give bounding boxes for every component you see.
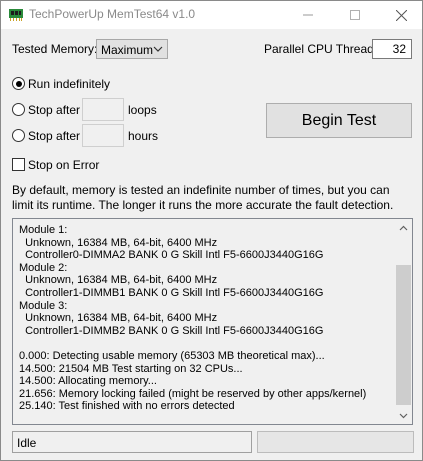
scroll-up-button[interactable] — [395, 219, 412, 236]
scroll-up-arrow-icon — [399, 225, 408, 230]
threads-label: Parallel CPU Threads: — [264, 42, 384, 56]
progress-bar — [257, 431, 414, 453]
scroll-down-arrow-icon — [399, 413, 408, 418]
log-line: Unknown, 16384 MB, 64-bit, 6400 MHz — [19, 236, 218, 249]
log-line: Unknown, 16384 MB, 64-bit, 6400 MHz — [19, 312, 218, 325]
begin-test-button[interactable]: Begin Test — [266, 103, 412, 138]
stop-after-loops-label[interactable]: Stop after — [28, 103, 80, 117]
log-line: Module 2: — [19, 261, 68, 274]
log-line: Controller1-DIMMB2 BANK 0 G Skill Intl F… — [19, 324, 324, 337]
description-text: By default, memory is tested an indefini… — [12, 183, 394, 212]
hours-unit-label: hours — [128, 129, 159, 143]
log-line: 0.000: Detecting usable memory (65303 MB… — [19, 349, 325, 362]
log-line: 25.140: Test finished with no errors det… — [19, 400, 235, 413]
stop-on-error-checkbox[interactable] — [12, 158, 25, 171]
maximize-button[interactable] — [336, 1, 374, 29]
chevron-down-icon — [153, 46, 163, 52]
tested-memory-value: Maximum — [101, 43, 154, 57]
stop-on-error-label[interactable]: Stop on Error — [28, 158, 99, 172]
close-icon — [395, 9, 407, 21]
close-button[interactable] — [382, 1, 420, 29]
minimize-button[interactable] — [289, 1, 327, 29]
log-line: Controller0-DIMMA2 BANK 0 G Skill Intl F… — [19, 249, 324, 262]
log-line: 14.500: 21504 MB Test starting on 32 CPU… — [19, 362, 243, 375]
loops-input[interactable] — [82, 98, 124, 121]
log-line: Module 3: — [19, 299, 68, 312]
log-box[interactable]: Module 1: Unknown, 16384 MB, 64-bit, 640… — [12, 218, 413, 425]
minimize-icon — [303, 14, 313, 16]
log-line: 21.656: Memory locking failed (might be … — [19, 387, 367, 400]
scroll-thumb[interactable] — [396, 265, 411, 405]
log-scrollbar[interactable] — [395, 219, 412, 424]
hours-input[interactable] — [82, 124, 124, 147]
log-line: Controller1-DIMMB1 BANK 0 G Skill Intl F… — [19, 286, 324, 299]
main-window: TechPowerUp MemTest64 v1.0 Tested Memory… — [0, 0, 423, 461]
log-line: Unknown, 16384 MB, 64-bit, 6400 MHz — [19, 274, 218, 287]
status-text: Idle — [17, 436, 37, 450]
title-bar[interactable]: TechPowerUp MemTest64 v1.0 — [1, 1, 422, 29]
run-indefinitely-radio[interactable] — [12, 77, 25, 90]
maximize-icon — [350, 10, 360, 20]
window-title: TechPowerUp MemTest64 v1.0 — [29, 7, 196, 21]
threads-input[interactable]: 32 — [372, 39, 412, 59]
log-line: 14.500: Allocating memory... — [19, 375, 157, 388]
tested-memory-label: Tested Memory: — [12, 42, 98, 56]
memory-chip-icon — [9, 9, 23, 21]
stop-after-loops-radio[interactable] — [12, 103, 25, 116]
log-text: Module 1: Unknown, 16384 MB, 64-bit, 640… — [19, 224, 395, 413]
log-line: Module 1: — [19, 224, 68, 236]
scroll-down-button[interactable] — [395, 407, 412, 424]
loops-unit-label: loops — [128, 103, 157, 117]
status-field: Idle — [12, 431, 252, 453]
tested-memory-select[interactable]: Maximum — [96, 39, 168, 59]
stop-after-hours-label[interactable]: Stop after — [28, 129, 80, 143]
run-indefinitely-label[interactable]: Run indefinitely — [28, 77, 110, 91]
stop-after-hours-radio[interactable] — [12, 129, 25, 142]
